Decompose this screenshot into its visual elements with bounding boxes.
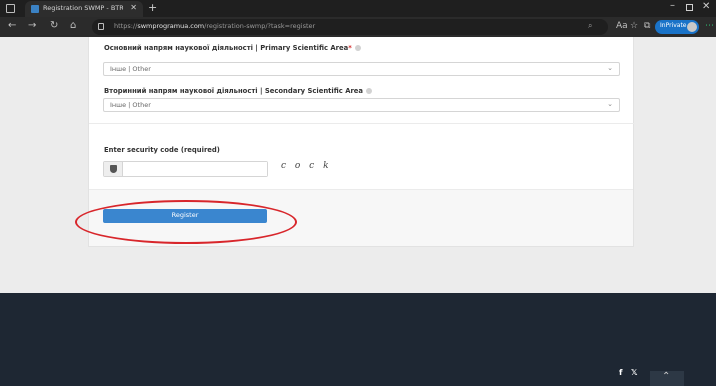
primary-area-label: Основний напрям наукової діяльності | Pr… [104,44,361,52]
facebook-icon[interactable]: f [619,368,622,377]
site-favicon-icon [31,5,39,13]
captcha-image: c o c k [281,161,332,171]
scroll-to-top-button[interactable]: ⌃ [650,371,684,386]
read-aloud-icon[interactable]: ⌕ [588,21,592,31]
url-text: https://swmprogramua.com/registration-sw… [114,22,316,30]
security-code-group [103,161,268,177]
maximize-icon[interactable] [686,4,693,11]
primary-area-value: Інше | Other [110,65,151,73]
tab-actions-icon[interactable] [6,4,15,13]
edge-menu-icon[interactable]: ⋯ [705,21,714,31]
profile-avatar [687,22,697,32]
help-icon[interactable] [354,45,361,51]
address-bar[interactable]: https://swmprogramua.com/registration-sw… [92,19,608,35]
captcha-addon [104,162,123,176]
help-icon[interactable] [366,88,372,94]
browser-tabbar: Registration SWMP - BTRP Ukrai ✕ + – ✕ [0,0,716,17]
highlight-annotation [75,200,297,244]
browser-toolbar: ← → ↻ ⌂ https://swmprogramua.com/registr… [0,17,716,37]
close-tab-icon[interactable]: ✕ [130,3,137,12]
browser-tab[interactable]: Registration SWMP - BTRP Ukrai ✕ [25,1,143,17]
shield-icon [110,165,117,173]
security-code-input[interactable] [124,162,267,176]
twitter-icon[interactable]: 𝕏 [631,368,637,377]
security-code-label: Enter security code (required) [104,146,220,154]
secondary-area-select[interactable]: Інше | Other ⌄ [103,98,620,112]
reader-icon[interactable]: Aa [616,21,628,31]
chevron-down-icon: ⌄ [607,64,613,72]
refresh-icon[interactable]: ↻ [50,20,58,31]
back-icon[interactable]: ← [8,20,16,31]
home-icon[interactable]: ⌂ [70,20,76,31]
chevron-up-icon: ⌃ [662,371,671,382]
site-footer: f 𝕏 ⌃ [0,293,716,386]
tab-title: Registration SWMP - BTRP Ukrai [43,4,123,12]
secondary-area-value: Інше | Other [110,101,151,109]
window-close-icon[interactable]: ✕ [702,1,710,12]
forward-icon[interactable]: → [28,20,36,31]
lock-icon [98,23,104,30]
section-divider [89,123,635,124]
collections-icon[interactable]: ⧉ [644,21,650,31]
primary-area-select[interactable]: Інше | Other ⌄ [103,62,620,76]
favorite-icon[interactable]: ☆ [630,21,638,31]
new-tab-icon[interactable]: + [148,1,157,14]
minimize-icon[interactable]: – [670,0,675,11]
secondary-area-label: Вторинний напрям наукової діяльності | S… [104,87,372,95]
chevron-down-icon: ⌄ [607,100,613,108]
inprivate-label: InPrivate [660,22,687,29]
inprivate-badge[interactable]: InPrivate [655,20,699,34]
